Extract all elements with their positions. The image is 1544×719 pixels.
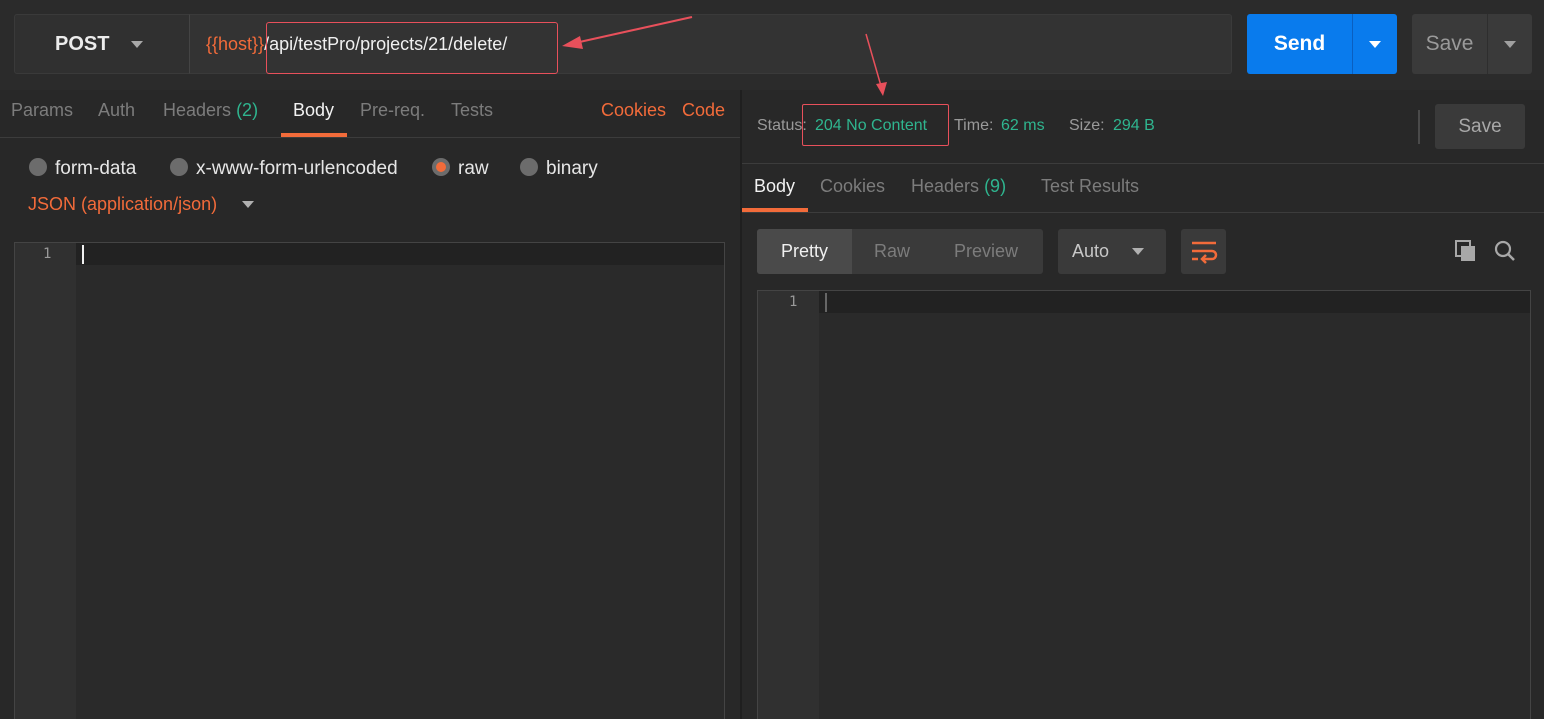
status-label: Status: <box>757 117 807 134</box>
active-line <box>76 243 724 265</box>
line-number: 1 <box>789 294 798 310</box>
response-body-viewer[interactable]: 1 <box>757 290 1531 719</box>
line-number: 1 <box>43 246 52 262</box>
view-pretty-button[interactable]: Pretty <box>757 229 852 274</box>
chevron-down-icon <box>1132 248 1144 255</box>
text-cursor <box>825 293 827 312</box>
active-tab-indicator <box>742 208 808 212</box>
chevron-down-icon[interactable] <box>242 201 254 208</box>
active-tab-indicator <box>281 133 347 137</box>
save-response-button[interactable]: Save <box>1435 104 1525 149</box>
method-label: POST <box>55 32 110 55</box>
tab-params[interactable]: Params <box>11 100 73 121</box>
wrap-lines-icon <box>1192 241 1218 264</box>
chevron-down-icon <box>1504 41 1516 48</box>
line-gutter <box>15 243 76 719</box>
response-headers-count-badge: (9) <box>984 176 1007 196</box>
save-label: Save <box>1425 32 1474 55</box>
size-label: Size: <box>1069 117 1105 134</box>
line-gutter <box>758 291 819 719</box>
wrap-lines-button[interactable] <box>1181 229 1226 274</box>
format-select-label: Auto <box>1072 241 1110 261</box>
code-link[interactable]: Code <box>682 100 725 121</box>
radio-raw-label: raw <box>458 158 489 179</box>
url-annotation-box <box>266 22 558 74</box>
chevron-down-icon <box>131 41 143 48</box>
save-request-button[interactable]: Save <box>1412 14 1487 74</box>
view-raw-button[interactable]: Raw <box>874 241 910 262</box>
tab-auth[interactable]: Auth <box>98 100 135 121</box>
tab-headers-label: Headers <box>163 100 232 120</box>
send-options-button[interactable] <box>1352 14 1397 74</box>
cookies-link[interactable]: Cookies <box>601 100 666 121</box>
tab-response-headers-label: Headers <box>911 176 980 196</box>
active-line <box>819 291 1530 313</box>
headers-count-badge: (2) <box>236 100 259 120</box>
radio-binary-label: binary <box>546 158 598 179</box>
radio-urlencoded[interactable] <box>170 158 188 176</box>
time-label: Time: <box>954 117 994 134</box>
tab-prereq[interactable]: Pre-req. <box>360 100 425 121</box>
send-label: Send <box>1273 32 1326 55</box>
request-body-editor[interactable]: 1 <box>14 242 725 719</box>
tab-tests[interactable]: Tests <box>451 100 493 121</box>
content-type-select[interactable]: JSON (application/json) <box>28 194 217 215</box>
view-preview-button[interactable]: Preview <box>954 241 1018 262</box>
copy-icon[interactable] <box>1455 240 1477 262</box>
method-select[interactable]: POST <box>14 14 190 74</box>
status-annotation-box <box>802 104 949 146</box>
radio-form-data[interactable] <box>29 158 47 176</box>
text-cursor <box>82 245 84 264</box>
time-value: 62 ms <box>1001 117 1045 134</box>
radio-form-data-label: form-data <box>55 158 137 179</box>
tab-response-body[interactable]: Body <box>754 176 795 197</box>
tab-response-cookies[interactable]: Cookies <box>820 176 885 197</box>
radio-urlencoded-label: x-www-form-urlencoded <box>196 158 398 179</box>
send-button[interactable]: Send <box>1247 14 1352 74</box>
separator <box>1418 110 1420 144</box>
format-select[interactable]: Auto <box>1058 229 1166 274</box>
size-value: 294 B <box>1113 117 1155 134</box>
url-host-variable: {{host}} <box>206 33 265 54</box>
tab-response-headers[interactable]: Headers (9) <box>911 176 1006 197</box>
tab-body[interactable]: Body <box>293 100 334 121</box>
tab-test-results[interactable]: Test Results <box>1041 176 1139 197</box>
view-pretty-label: Pretty <box>780 241 828 261</box>
save-response-label: Save <box>1458 115 1502 137</box>
search-icon[interactable] <box>1494 240 1516 262</box>
tab-headers[interactable]: Headers (2) <box>163 100 258 121</box>
chevron-down-icon <box>1369 41 1381 48</box>
save-options-button[interactable] <box>1487 14 1532 74</box>
radio-binary[interactable] <box>520 158 538 176</box>
radio-raw[interactable] <box>432 158 450 176</box>
